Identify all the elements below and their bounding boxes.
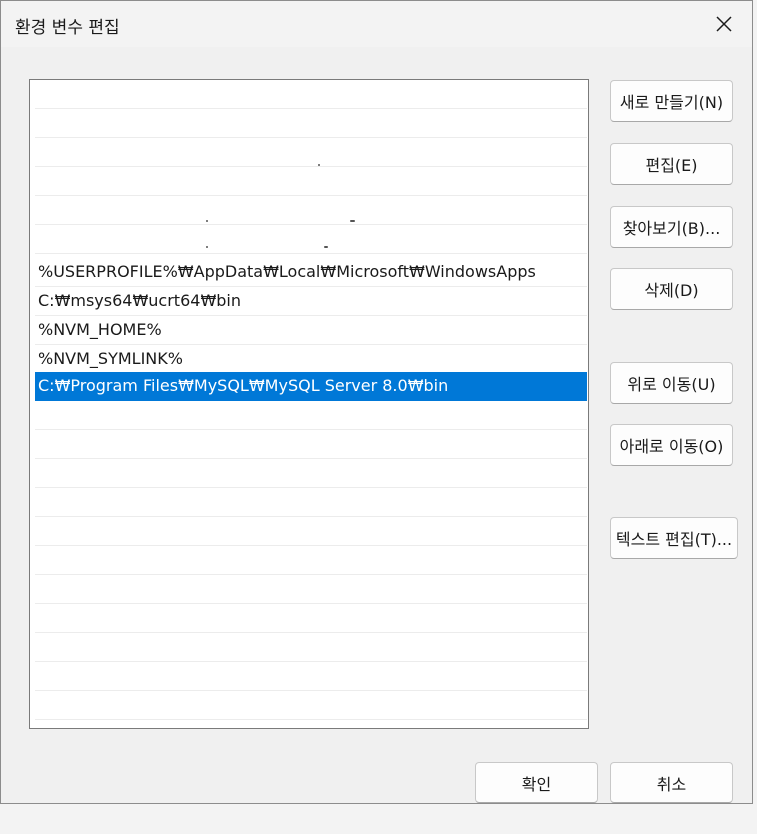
list-item[interactable] — [35, 662, 587, 691]
list-item[interactable] — [35, 575, 587, 604]
list-item[interactable] — [35, 459, 587, 488]
list-item[interactable] — [35, 109, 587, 138]
list-item[interactable]: %NVM_SYMLINK% — [35, 345, 587, 374]
list-item[interactable] — [35, 225, 587, 254]
path-list[interactable]: %USERPROFILE%₩AppData₩Local₩Microsoft₩Wi… — [29, 79, 589, 729]
browse-button[interactable]: 찾아보기(B)... — [610, 206, 733, 248]
list-item[interactable]: %USERPROFILE%₩AppData₩Local₩Microsoft₩Wi… — [35, 258, 587, 287]
list-item[interactable]: C:₩msys64₩ucrt64₩bin — [35, 287, 587, 316]
masked-mark — [318, 164, 320, 166]
close-button[interactable] — [696, 1, 752, 47]
masked-mark — [206, 220, 208, 222]
list-item[interactable] — [35, 167, 587, 196]
edit-button[interactable]: 편집(E) — [610, 143, 733, 185]
masked-mark — [324, 246, 328, 248]
list-item[interactable] — [35, 604, 587, 633]
masked-mark — [206, 246, 208, 248]
list-item[interactable] — [35, 546, 587, 575]
new-button[interactable]: 새로 만들기(N) — [610, 80, 733, 122]
list-item[interactable] — [35, 691, 587, 720]
cancel-button[interactable]: 취소 — [610, 762, 733, 803]
list-item[interactable] — [35, 430, 587, 459]
list-item[interactable]: %NVM_HOME% — [35, 316, 587, 345]
list-item[interactable] — [35, 633, 587, 662]
list-item[interactable] — [35, 517, 587, 546]
close-icon — [716, 16, 732, 32]
edit-text-button[interactable]: 텍스트 편집(T)... — [610, 517, 738, 559]
list-item[interactable] — [35, 196, 587, 225]
list-item[interactable] — [35, 401, 587, 430]
move-down-button[interactable]: 아래로 이동(O) — [610, 424, 733, 466]
list-item-selected[interactable]: C:₩Program Files₩MySQL₩MySQL Server 8.0₩… — [35, 372, 587, 401]
edit-environment-variable-dialog: 환경 변수 편집 %USERPROFILE%₩AppData₩Local₩Mic… — [0, 0, 753, 804]
title-bar: 환경 변수 편집 — [1, 1, 752, 47]
masked-mark — [350, 220, 355, 222]
dialog-title: 환경 변수 편집 — [15, 18, 120, 38]
move-up-button[interactable]: 위로 이동(U) — [610, 362, 733, 404]
list-item[interactable] — [35, 488, 587, 517]
delete-button[interactable]: 삭제(D) — [610, 268, 733, 310]
list-item[interactable] — [35, 138, 587, 167]
ok-button[interactable]: 확인 — [475, 762, 598, 803]
list-item[interactable] — [35, 80, 587, 109]
